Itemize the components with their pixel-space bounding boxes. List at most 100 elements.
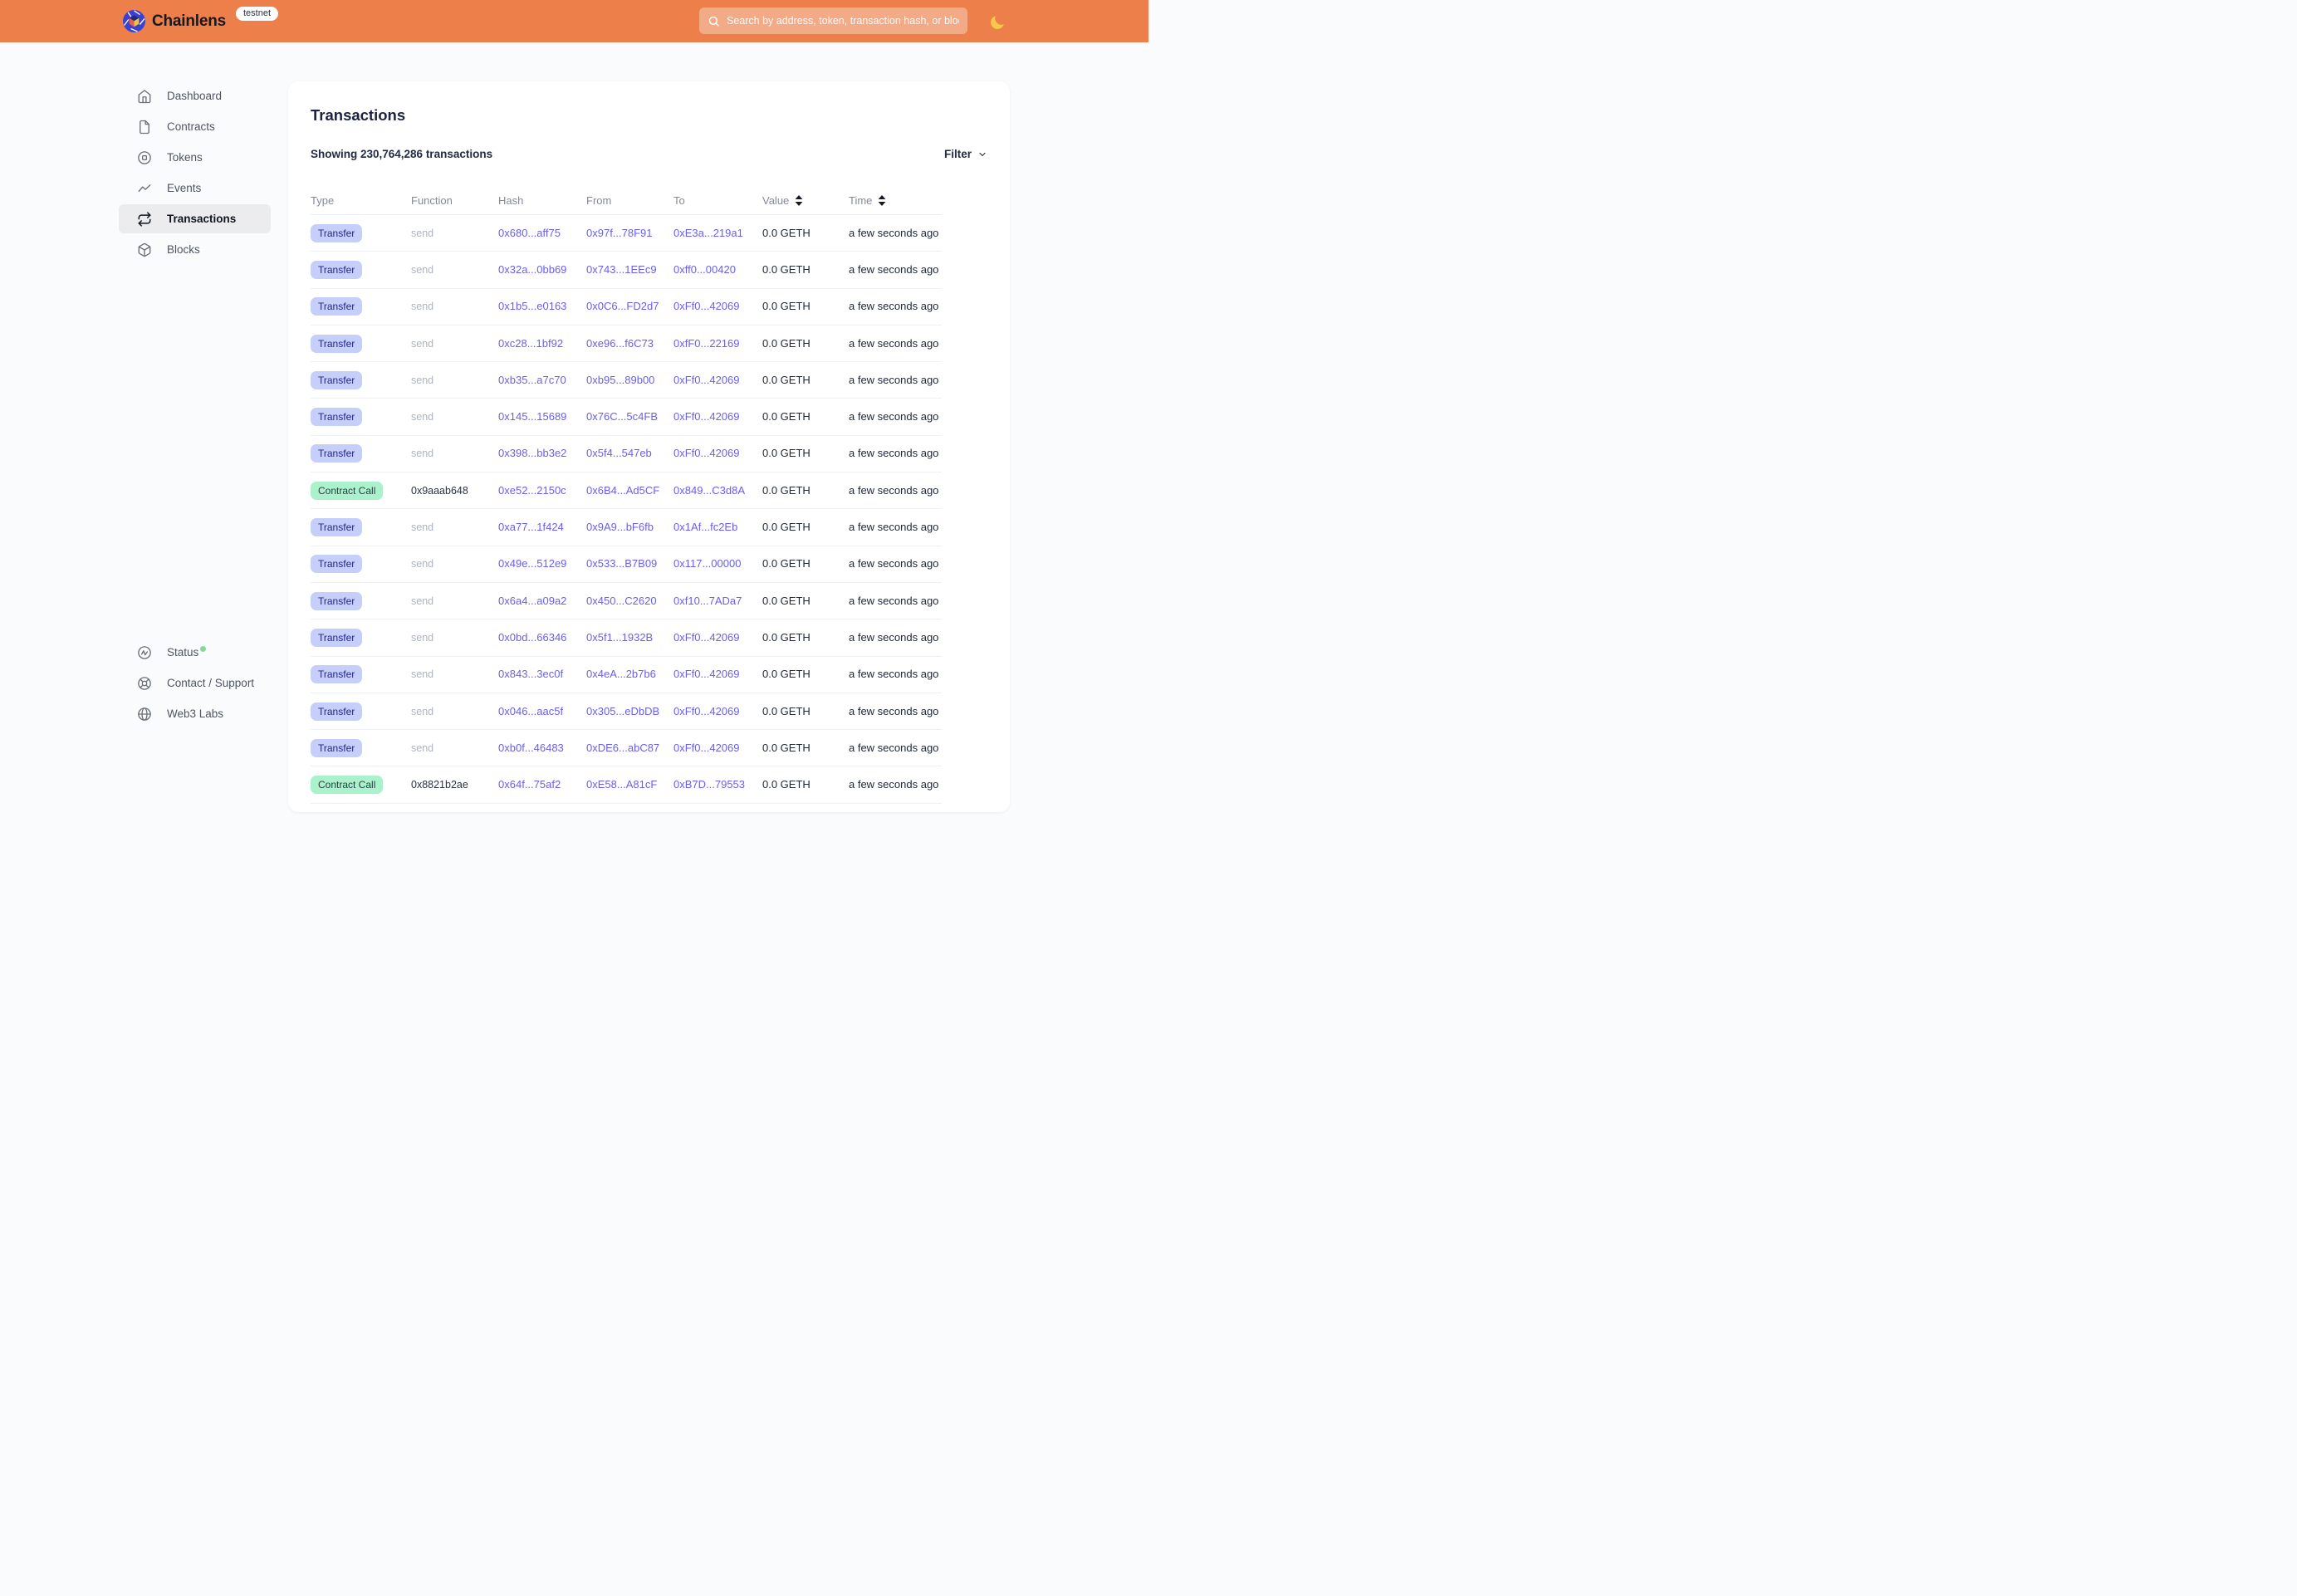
- tx-from-link[interactable]: 0xDE6...abC87: [586, 742, 659, 754]
- tx-function: send: [411, 632, 433, 644]
- tx-function: send: [411, 558, 433, 570]
- sidebar-item-label: Contracts: [167, 120, 215, 133]
- brand[interactable]: Chainlens testnet: [123, 0, 278, 42]
- tx-value: 0.0 GETH: [762, 668, 811, 680]
- tx-from-link[interactable]: 0xe96...f6C73: [586, 337, 654, 350]
- tx-to-link[interactable]: 0xFf0...42069: [673, 668, 740, 680]
- home-icon: [137, 89, 152, 104]
- sidebar-item-label: Blocks: [167, 243, 200, 256]
- tx-value: 0.0 GETH: [762, 410, 811, 423]
- tx-hash-link[interactable]: 0x1b5...e0163: [498, 300, 566, 312]
- tx-to-link[interactable]: 0xf10...7ADa7: [673, 595, 742, 607]
- sidebar-item-label: Tokens: [167, 151, 203, 164]
- tx-hash-link[interactable]: 0x6a4...a09a2: [498, 595, 566, 607]
- tx-value: 0.0 GETH: [762, 300, 811, 312]
- tx-from-link[interactable]: 0x305...eDbDB: [586, 705, 659, 717]
- table-row: Transfer send 0x32a...0bb69 0x743...1EEc…: [311, 252, 942, 288]
- tx-from-link[interactable]: 0xE58...A81cF: [586, 778, 657, 791]
- summary-row: Showing 230,764,286 transactions Filter: [311, 147, 987, 162]
- table-row: Transfer send 0x1b5...e0163 0x0C6...FD2d…: [311, 289, 942, 326]
- tx-to-link[interactable]: 0xFf0...42069: [673, 374, 740, 386]
- tx-to-link[interactable]: 0xFf0...42069: [673, 410, 740, 423]
- tx-to-link[interactable]: 0xFf0...42069: [673, 631, 740, 644]
- tx-hash-link[interactable]: 0x49e...512e9: [498, 557, 566, 570]
- tx-time: a few seconds ago: [849, 410, 938, 423]
- tx-to-link[interactable]: 0xfF0...22169: [673, 337, 740, 350]
- tx-from-link[interactable]: 0x0C6...FD2d7: [586, 300, 659, 312]
- tx-hash-link[interactable]: 0xb35...a7c70: [498, 374, 566, 386]
- search-input[interactable]: [727, 15, 959, 27]
- token-icon: [137, 150, 152, 165]
- brand-name: Chainlens: [152, 12, 226, 31]
- sidebar-item-status[interactable]: Status: [119, 638, 285, 667]
- tx-hash-link[interactable]: 0xb0f...46483: [498, 742, 564, 754]
- tx-hash-link[interactable]: 0x32a...0bb69: [498, 263, 566, 276]
- tx-type-badge: Transfer: [311, 224, 362, 242]
- tx-hash-link[interactable]: 0x680...aff75: [498, 227, 561, 239]
- table-row: Contract Call 0x8821b2ae 0x64f...75af2 0…: [311, 766, 942, 803]
- tx-to-link[interactable]: 0xFf0...42069: [673, 705, 740, 717]
- tx-from-link[interactable]: 0x450...C2620: [586, 595, 657, 607]
- search-bar[interactable]: [699, 7, 967, 34]
- tx-from-link[interactable]: 0xb95...89b00: [586, 374, 654, 386]
- tx-to-link[interactable]: 0xFf0...42069: [673, 300, 740, 312]
- theme-toggle[interactable]: [987, 12, 1007, 32]
- tx-hash-link[interactable]: 0x64f...75af2: [498, 778, 561, 791]
- tx-value: 0.0 GETH: [762, 337, 811, 350]
- tx-to-link[interactable]: 0xB7D...79553: [673, 778, 745, 791]
- tx-time: a few seconds ago: [849, 557, 938, 570]
- tx-to-link[interactable]: 0xE3a...219a1: [673, 227, 743, 239]
- top-bar: Chainlens testnet: [0, 0, 1148, 42]
- col-header-from: From: [586, 194, 673, 207]
- tx-from-link[interactable]: 0x4eA...2b7b6: [586, 668, 656, 680]
- sidebar-item-dashboard[interactable]: Dashboard: [119, 81, 271, 110]
- file-icon: [137, 120, 152, 135]
- tx-to-link[interactable]: 0xFf0...42069: [673, 742, 740, 754]
- sidebar-item-contracts[interactable]: Contracts: [119, 112, 271, 141]
- table-row: Transfer send 0x6a4...a09a2 0x450...C262…: [311, 583, 942, 619]
- sidebar-item-transactions[interactable]: Transactions: [119, 204, 271, 233]
- tx-type-badge: Transfer: [311, 408, 362, 426]
- sidebar-item-tokens[interactable]: Tokens: [119, 143, 271, 172]
- sidebar-item-contact-support[interactable]: Contact / Support: [119, 668, 285, 698]
- tx-hash-link[interactable]: 0x046...aac5f: [498, 705, 563, 717]
- tx-hash-link[interactable]: 0x843...3ec0f: [498, 668, 563, 680]
- tx-hash-link[interactable]: 0x0bd...66346: [498, 631, 566, 644]
- tx-from-link[interactable]: 0x97f...78F91: [586, 227, 653, 239]
- status-green-dot: [200, 646, 206, 652]
- tx-to-link[interactable]: 0xff0...00420: [673, 263, 736, 276]
- tx-from-link[interactable]: 0x6B4...Ad5CF: [586, 484, 659, 497]
- tx-from-link[interactable]: 0x9A9...bF6fb: [586, 521, 654, 533]
- tx-hash-link[interactable]: 0x398...bb3e2: [498, 447, 566, 459]
- tx-from-link[interactable]: 0x533...B7B09: [586, 557, 657, 570]
- table-row: Transfer send 0x145...15689 0x76C...5c4F…: [311, 399, 942, 435]
- tx-value: 0.0 GETH: [762, 484, 811, 497]
- tx-hash-link[interactable]: 0xe52...2150c: [498, 484, 566, 497]
- tx-hash-link[interactable]: 0xa77...1f424: [498, 521, 564, 533]
- tx-to-link[interactable]: 0xFf0...42069: [673, 447, 740, 459]
- tx-time: a few seconds ago: [849, 521, 938, 533]
- tx-type-badge: Transfer: [311, 739, 362, 757]
- tx-to-link[interactable]: 0x849...C3d8A: [673, 484, 745, 497]
- tx-from-link[interactable]: 0x76C...5c4FB: [586, 410, 658, 423]
- tx-from-link[interactable]: 0x5f4...547eb: [586, 447, 652, 459]
- sidebar-item-blocks[interactable]: Blocks: [119, 235, 271, 264]
- tx-from-link[interactable]: 0x743...1EEc9: [586, 263, 657, 276]
- tx-type-badge: Transfer: [311, 444, 362, 463]
- tx-to-link[interactable]: 0x117...00000: [673, 557, 741, 570]
- tx-hash-link[interactable]: 0xc28...1bf92: [498, 337, 563, 350]
- tx-type-badge: Transfer: [311, 518, 362, 536]
- tx-from-link[interactable]: 0x5f1...1932B: [586, 631, 653, 644]
- col-header-value-sort[interactable]: Value: [762, 194, 849, 207]
- sidebar-item-events[interactable]: Events: [119, 174, 271, 203]
- tx-function: send: [411, 668, 433, 680]
- sort-icon: [795, 195, 803, 206]
- chevron-down-icon: [977, 149, 987, 159]
- tx-value: 0.0 GETH: [762, 447, 811, 459]
- tx-time: a few seconds ago: [849, 374, 938, 386]
- tx-to-link[interactable]: 0x1Af...fc2Eb: [673, 521, 737, 533]
- sidebar-item-web3-labs[interactable]: Web3 Labs: [119, 699, 285, 728]
- col-header-time-sort[interactable]: Time: [849, 194, 942, 207]
- filter-button[interactable]: Filter: [944, 147, 987, 162]
- tx-hash-link[interactable]: 0x145...15689: [498, 410, 566, 423]
